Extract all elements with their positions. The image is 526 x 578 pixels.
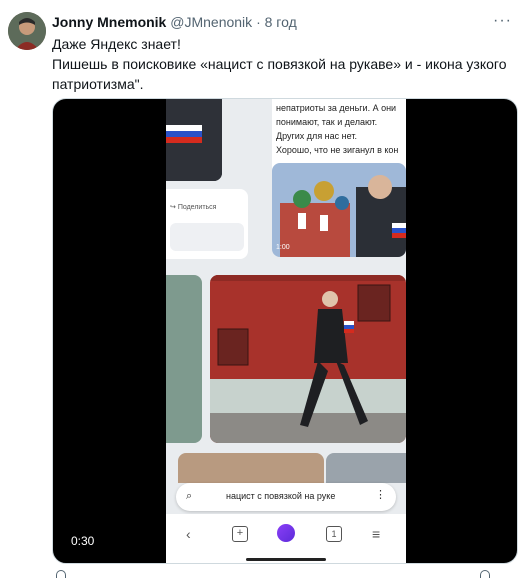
back-icon[interactable]: ‹ [186,526,191,542]
image-tile-walking-man [210,275,406,443]
image-tile-partial [166,275,202,443]
tweet-text: Даже Яндекс знает! Пишешь в поисковике «… [52,34,512,94]
home-indicator [246,558,326,561]
tabs-icon[interactable]: 1 [326,526,342,542]
snippet-line: Хорошо, что не зиганул в кон [276,145,399,155]
share-icon[interactable] [480,570,490,578]
separator: · [256,14,261,30]
image-tile-crowd [178,453,324,483]
snippet-line: непатриоты за деньги. А они [276,103,397,113]
phone-screenshot: ↪ Поделиться непатриоты за деньги. А они… [166,99,406,563]
tweet-line: Даже Яндекс знает! [52,36,181,52]
more-icon[interactable]: ··· [493,12,512,30]
avatar[interactable] [8,12,46,50]
more-vertical-icon[interactable]: ⋮ [375,488,386,501]
tweet: Jonny Mnemonik @JMnenonik · 8 год ··· Да… [0,0,526,578]
share-label: Поделиться [177,204,217,211]
image-tile-sleeve [166,99,222,181]
tweet-line: патриотизма". [52,76,144,92]
share-button[interactable]: ↪ Поделиться [170,203,216,211]
tweet-actions [52,570,518,578]
menu-icon[interactable]: ≡ [372,526,380,542]
tweet-line: Пишешь в поисковике «нацист с повязкой н… [52,56,507,72]
video-duration: 0:30 [67,533,99,549]
new-tab-icon[interactable]: + [232,526,248,542]
browser-nav-bar: ‹ + 1 ≡ [166,514,406,563]
reply-icon[interactable] [56,570,66,578]
author-name[interactable]: Jonny Mnemonik [52,14,166,30]
snippet-line: понимают, так и делают. [276,117,378,127]
thumb-duration: 1:00 [276,244,290,251]
image-tile-cathedral: 1:00 [272,163,406,257]
search-bar[interactable]: ⌕ нацист с повязкой на руке ⋮ [176,483,396,511]
alice-icon[interactable] [277,524,295,542]
post-time[interactable]: 8 год [265,14,297,30]
tweet-header: Jonny Mnemonik @JMnenonik · 8 год [52,14,297,30]
video-player[interactable]: ↪ Поделиться непатриоты за деньги. А они… [52,98,518,564]
share-card: ↪ Поделиться [166,189,248,259]
tab-count: 1 [331,529,337,539]
image-tile-soldiers [326,453,406,483]
search-query[interactable]: нацист с повязкой на руке [226,491,335,501]
snippet-line: Других для нас нет. [276,131,357,141]
author-handle[interactable]: @JMnenonik [170,14,252,30]
search-icon: ⌕ [186,490,193,502]
